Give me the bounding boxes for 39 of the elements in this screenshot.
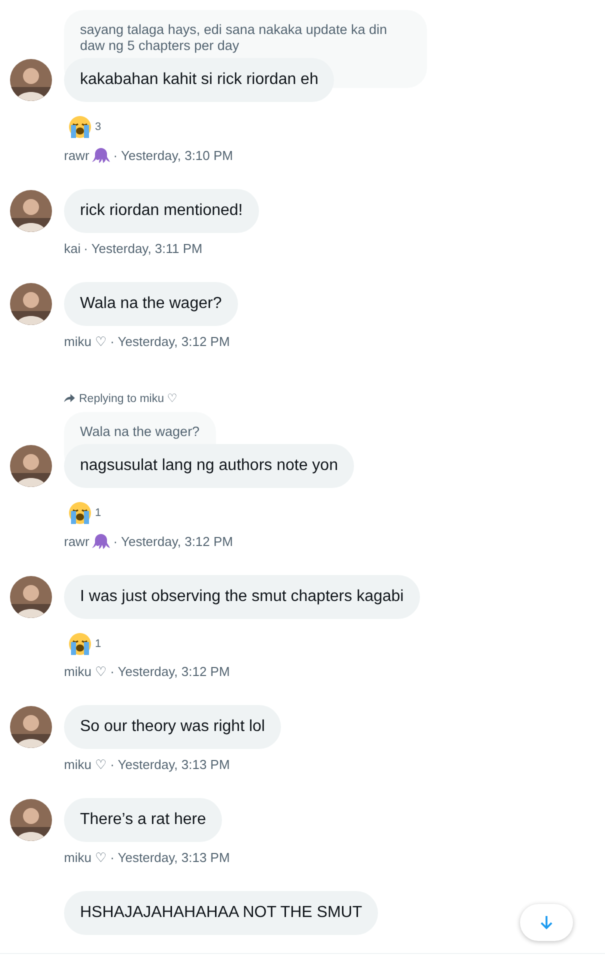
- crying-face-icon[interactable]: [68, 632, 92, 656]
- avatar[interactable]: [10, 576, 52, 618]
- sender-name: miku ♡: [64, 334, 108, 349]
- message-time: · Yesterday, 3:11 PM: [84, 241, 202, 256]
- message-time: · Yesterday, 3:10 PM: [113, 148, 233, 162]
- message-bubble: There’s a rat here: [64, 798, 222, 842]
- replying-to-label: Replying to miku ♡: [64, 391, 605, 405]
- message-bubble: kakabahan kahit si rick riordan eh: [64, 58, 334, 102]
- sender-name: rawr: [64, 534, 90, 548]
- sender-name: miku ♡: [64, 850, 108, 865]
- avatar[interactable]: [10, 799, 52, 841]
- reply-arrow-icon: [64, 394, 75, 402]
- reaction-count: 1: [95, 507, 102, 519]
- avatar[interactable]: [10, 190, 52, 232]
- message-time: · Yesterday, 3:13 PM: [110, 757, 230, 772]
- reaction-count: 1: [95, 638, 102, 650]
- message-time: · Yesterday, 3:12 PM: [113, 534, 233, 548]
- message-time: · Yesterday, 3:12 PM: [110, 664, 230, 679]
- message-time: · Yesterday, 3:12 PM: [110, 334, 230, 349]
- avatar[interactable]: [10, 445, 52, 487]
- sender-name: miku ♡: [64, 757, 108, 772]
- scroll-down-button[interactable]: [520, 904, 573, 941]
- avatar[interactable]: [10, 283, 52, 325]
- reaction-count: 3: [95, 121, 102, 133]
- sender-name: kai: [64, 241, 81, 256]
- message-bubble: I was just observing the smut chapters kagabi: [64, 575, 420, 619]
- crying-face-icon[interactable]: [68, 115, 92, 139]
- avatar[interactable]: [10, 706, 52, 748]
- down-arrow-icon: [540, 915, 553, 930]
- crying-face-icon[interactable]: [68, 501, 92, 525]
- message-bubble: HSHAJAJAHAHAHAA NOT THE SMUT: [64, 891, 378, 935]
- sender-name: rawr: [64, 148, 90, 162]
- message-time: · Yesterday, 3:13 PM: [110, 850, 230, 865]
- sender-name: miku ♡: [64, 664, 108, 679]
- message-bubble: nagsusulat lang ng authors note yon: [64, 444, 354, 488]
- message-bubble: Wala na the wager?: [64, 282, 238, 326]
- message-bubble: So our theory was right lol: [64, 705, 281, 749]
- message-bubble: rick riordan mentioned!: [64, 189, 259, 233]
- avatar[interactable]: [10, 59, 52, 101]
